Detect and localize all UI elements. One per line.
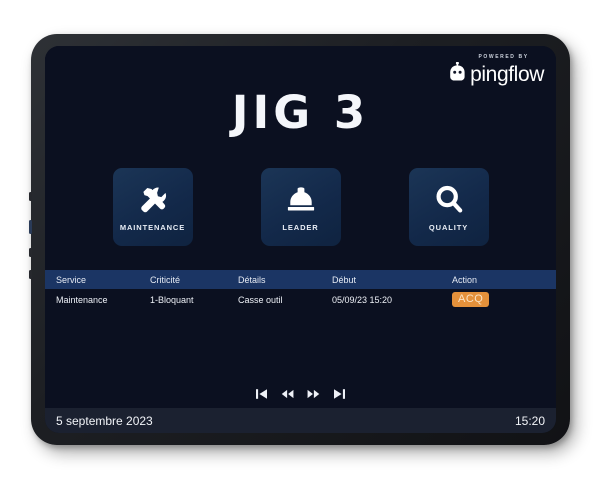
column-header-service: Service: [56, 274, 87, 285]
cell-service: Maintenance: [56, 294, 108, 305]
device-side-button-3: [29, 248, 32, 257]
screenshot-root: POWERED BY pingflow JIG 3 MAINTENANCE LE…: [0, 0, 600, 503]
table-pagination: [45, 387, 556, 400]
device-side-button-2: [29, 220, 32, 234]
page-title: JIG 3: [231, 86, 370, 139]
footer-date: 5 septembre 2023: [56, 413, 153, 428]
acknowledge-badge-button[interactable]: ACQ: [452, 291, 490, 308]
table-row: Maintenance 1-Bloquant Casse outil 05/09…: [45, 289, 556, 310]
fast-forward-icon[interactable]: [307, 387, 320, 400]
skip-to-last-icon[interactable]: [333, 387, 346, 400]
wrench-screwdriver-icon: [137, 183, 169, 217]
magnifying-glass-icon: [434, 183, 464, 217]
table-header-row: Service Criticité Détails Début Action: [45, 270, 556, 289]
tablet-screen: POWERED BY pingflow JIG 3 MAINTENANCE LE…: [45, 46, 556, 433]
cell-criticite: 1-Bloquant: [150, 294, 194, 305]
tile-maintenance[interactable]: MAINTENANCE: [112, 168, 193, 246]
tile-label-quality: QUALITY: [428, 222, 469, 232]
rewind-icon[interactable]: [281, 387, 294, 400]
tile-label-maintenance: MAINTENANCE: [119, 222, 186, 232]
powered-by-label: POWERED BY: [478, 54, 529, 60]
tile-leader[interactable]: LEADER: [260, 168, 341, 246]
service-tiles: MAINTENANCE LEADER QUALITY: [45, 168, 556, 246]
column-header-action: Action: [452, 274, 478, 285]
skip-to-first-icon[interactable]: [255, 387, 268, 400]
column-header-criticite: Criticité: [150, 274, 181, 285]
brand-lockup: POWERED BY pingflow: [449, 54, 544, 86]
tablet-device-frame: POWERED BY pingflow JIG 3 MAINTENANCE LE…: [29, 34, 570, 445]
dashboard-content: POWERED BY pingflow JIG 3 MAINTENANCE LE…: [45, 46, 556, 408]
footer-time: 15:20: [514, 413, 545, 428]
device-side-button-4: [29, 270, 32, 279]
column-header-details: Détails: [238, 274, 266, 285]
cell-action: ACQ: [452, 291, 542, 308]
device-side-button-1: [29, 192, 32, 201]
brand-name: pingflow: [470, 62, 544, 86]
tile-label-leader: LEADER: [282, 222, 319, 232]
pingflow-mascot-icon: [449, 61, 466, 86]
alerts-table: Service Criticité Détails Début Action M…: [45, 270, 556, 310]
column-header-debut: Début: [332, 274, 357, 285]
tile-quality[interactable]: QUALITY: [408, 168, 489, 246]
hard-hat-icon: [285, 183, 317, 217]
cell-details: Casse outil: [238, 294, 283, 305]
cell-debut: 05/09/23 15:20: [332, 294, 393, 305]
status-footer: 5 septembre 2023 15:20: [45, 408, 556, 433]
